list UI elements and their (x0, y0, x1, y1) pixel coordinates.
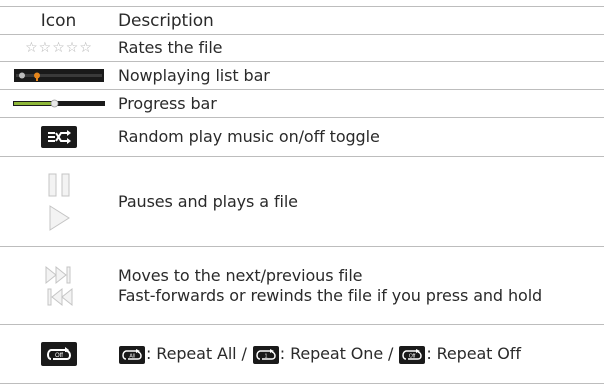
shuffle-toggle-icon (0, 118, 117, 156)
next-icon (45, 265, 70, 284)
table-row: Off All : Repeat All / 1: Repeat One / … (0, 325, 604, 384)
rating-stars-icon: ☆ ☆ ☆ ☆ ☆ (0, 34, 117, 61)
pause-play-icon (0, 157, 117, 246)
repeat-off-icon: Off (399, 345, 426, 364)
table-header: Icon Description (0, 6, 604, 35)
svg-text:Off: Off (55, 353, 63, 359)
repeat-all-text: : Repeat All / (146, 344, 252, 363)
nowplaying-list-bar-icon (0, 62, 117, 89)
row-description: Nowplaying list bar (118, 65, 270, 85)
svg-text:All: All (129, 353, 134, 359)
progress-bar-icon (0, 90, 117, 117)
row-description: Moves to the next/previous file Fast-for… (118, 247, 596, 324)
row-description: Pauses and plays a file (118, 191, 298, 211)
repeat-off-text: : Repeat Off (426, 344, 521, 363)
row-description: Progress bar (118, 93, 217, 113)
next-previous-icon (0, 247, 117, 324)
table-row: Moves to the next/previous file Fast-for… (0, 247, 604, 325)
star-icon: ☆ (25, 39, 38, 56)
description-column-header: Description (118, 10, 214, 31)
icon-column-header: Icon (40, 10, 77, 31)
star-icon: ☆ (65, 39, 79, 56)
play-icon (49, 204, 70, 231)
svg-text:Off: Off (409, 353, 416, 359)
pause-icon (48, 173, 69, 196)
repeat-one-icon: 1 (252, 345, 279, 364)
row-description-line: Moves to the next/previous file (118, 265, 363, 285)
repeat-all-icon: All (119, 345, 145, 364)
table-row: Random play music on/off toggle (0, 118, 604, 157)
row-description: Random play music on/off toggle (118, 127, 380, 146)
table-row: Progress bar (0, 90, 604, 118)
row-description-line: Fast-forwards or rewinds the file if you… (118, 285, 543, 305)
star-icon: ☆ (52, 39, 65, 56)
star-icon: ☆ (79, 39, 92, 56)
table-row: Nowplaying list bar (0, 62, 604, 90)
row-description: All : Repeat All / 1 : Repeat One / Off … (118, 325, 596, 383)
row-description: Rates the file (118, 37, 223, 57)
table-row: Pauses and plays a file (0, 157, 604, 247)
repeat-one-text: : Repeat One / (279, 344, 399, 363)
previous-icon (47, 287, 72, 306)
svg-text:1: 1 (264, 353, 267, 359)
star-icon: ☆ (38, 39, 52, 56)
table-row: ☆ ☆ ☆ ☆ ☆ Rates the file (0, 34, 604, 62)
repeat-toggle-icon: Off (0, 325, 117, 383)
